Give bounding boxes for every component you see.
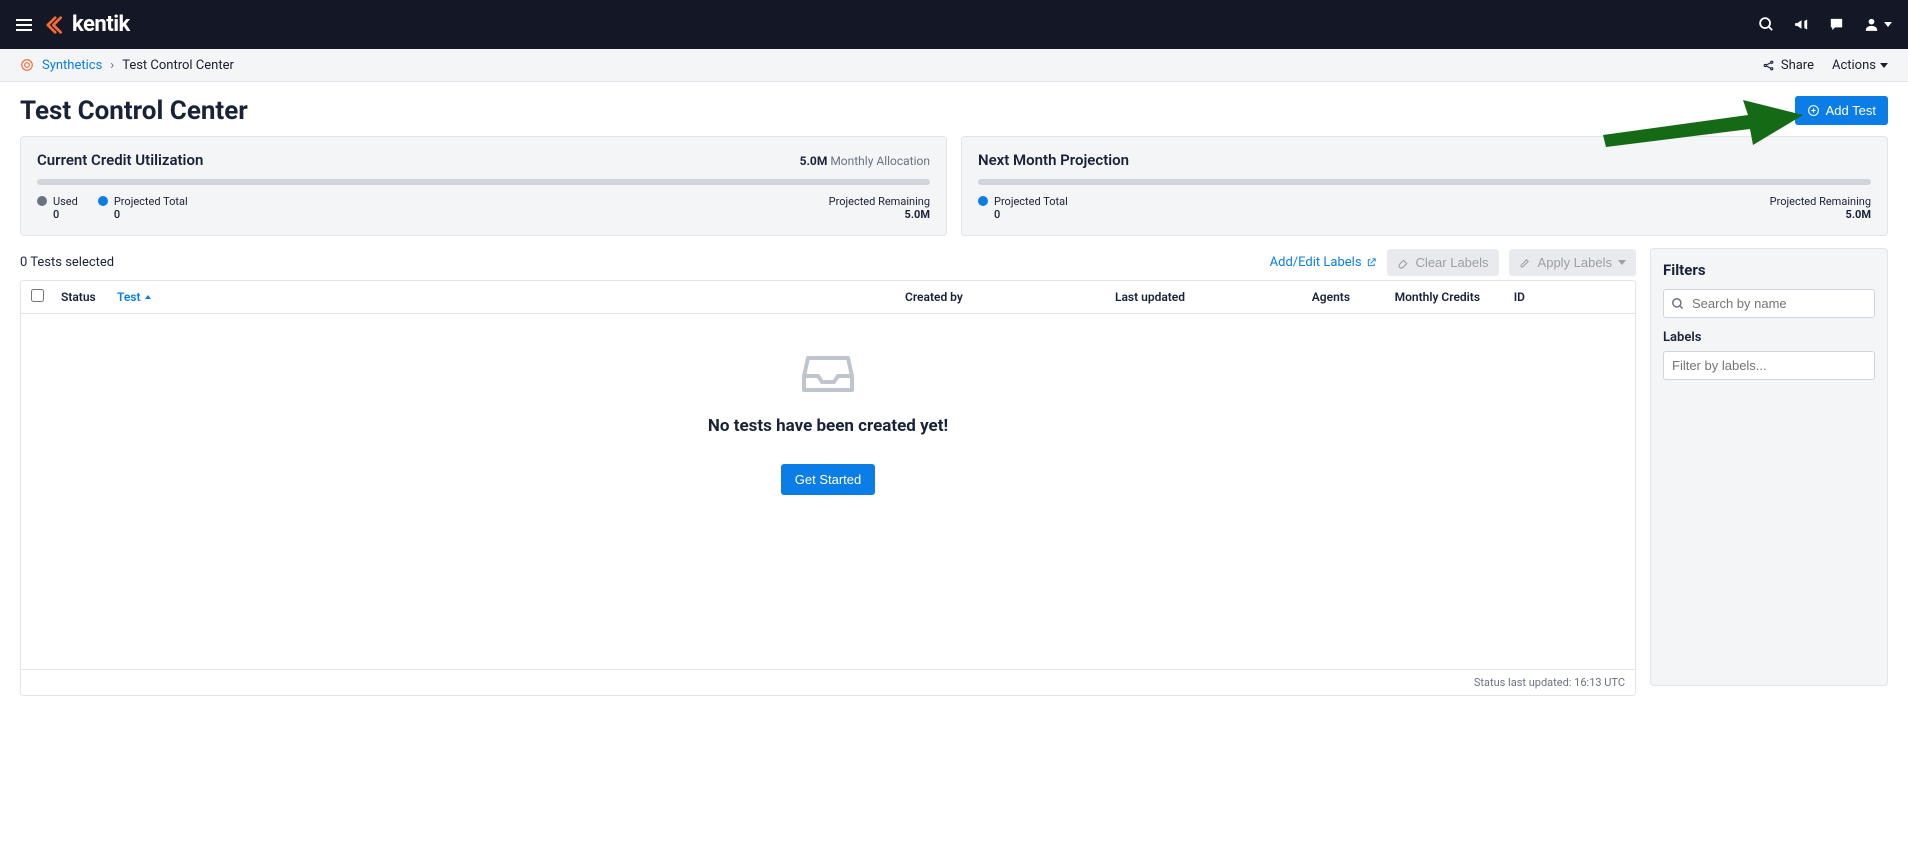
- col-test[interactable]: Test: [117, 290, 905, 304]
- external-link-icon: [1366, 257, 1377, 268]
- dot-grey-icon: [37, 196, 47, 206]
- add-test-button[interactable]: Add Test: [1795, 96, 1888, 125]
- col-last-updated[interactable]: Last updated: [1115, 290, 1265, 304]
- menu-icon[interactable]: [16, 19, 32, 31]
- projected-value: 0: [114, 208, 188, 221]
- next-month-card: Next Month Projection Projected Total 0 …: [961, 136, 1888, 236]
- alloc-value: 5.0M: [800, 154, 828, 168]
- get-started-button[interactable]: Get Started: [781, 464, 875, 495]
- actions-menu[interactable]: Actions: [1832, 58, 1888, 73]
- table-footer: Status last updated: 16:13 UTC: [21, 669, 1635, 695]
- search-icon: [1671, 297, 1685, 311]
- top-nav: kentik: [0, 0, 1908, 49]
- col-agents[interactable]: Agents: [1265, 290, 1350, 304]
- breadcrumb: Synthetics › Test Control Center: [20, 58, 234, 73]
- filters-panel: Filters Labels: [1650, 248, 1888, 686]
- table-header: Status Test Created by Last updated Agen…: [21, 281, 1635, 314]
- chat-icon[interactable]: [1828, 16, 1845, 33]
- brand-name: kentik: [72, 12, 130, 37]
- eraser-icon: [1397, 256, 1410, 269]
- actions-label: Actions: [1832, 58, 1876, 73]
- brand-logo[interactable]: kentik: [46, 12, 130, 37]
- col-test-label: Test: [117, 290, 141, 304]
- clear-labels-text: Clear Labels: [1416, 255, 1489, 270]
- card-title: Current Credit Utilization: [37, 151, 203, 169]
- pencil-icon: [1519, 256, 1532, 269]
- col-status[interactable]: Status: [61, 290, 117, 304]
- tests-selected-count: 0 Tests selected: [20, 255, 114, 270]
- inbox-icon: [802, 354, 854, 394]
- sort-asc-icon: [145, 295, 151, 299]
- used-value: 0: [53, 208, 78, 221]
- tests-table: Status Test Created by Last updated Agen…: [20, 280, 1636, 696]
- progress-bar: [978, 179, 1871, 185]
- remaining-value: 5.0M: [1770, 208, 1871, 221]
- col-id[interactable]: ID: [1480, 290, 1525, 304]
- projected-label: Projected Total: [114, 195, 188, 208]
- apply-labels-button[interactable]: Apply Labels: [1509, 249, 1636, 276]
- breadcrumb-current: Test Control Center: [122, 58, 234, 73]
- empty-state: No tests have been created yet! Get Star…: [21, 314, 1635, 669]
- breadcrumb-bar: Synthetics › Test Control Center Share A…: [0, 49, 1908, 82]
- col-monthly-credits[interactable]: Monthly Credits: [1350, 290, 1480, 304]
- empty-title: No tests have been created yet!: [41, 416, 1615, 436]
- col-created-by[interactable]: Created by: [905, 290, 1115, 304]
- add-edit-labels-link[interactable]: Add/Edit Labels: [1270, 255, 1377, 270]
- dot-blue-icon: [978, 196, 988, 206]
- current-credit-card: Current Credit Utilization 5.0M Monthly …: [20, 136, 947, 236]
- remaining-label: Projected Remaining: [1770, 195, 1871, 208]
- add-test-label: Add Test: [1826, 103, 1876, 118]
- labels-section-label: Labels: [1663, 330, 1875, 345]
- clear-labels-button[interactable]: Clear Labels: [1387, 249, 1499, 276]
- breadcrumb-icon: [20, 58, 34, 72]
- table-toolbar: 0 Tests selected Add/Edit Labels Clear L…: [20, 248, 1636, 276]
- alloc-label: Monthly Allocation: [830, 154, 930, 168]
- page-header: Test Control Center Add Test: [0, 82, 1908, 136]
- share-icon: [1762, 59, 1775, 72]
- user-menu[interactable]: [1863, 16, 1892, 33]
- main-row: 0 Tests selected Add/Edit Labels Clear L…: [0, 248, 1908, 716]
- breadcrumb-separator: ›: [110, 58, 114, 73]
- logo-mark-icon: [46, 14, 68, 36]
- dot-blue-icon: [98, 196, 108, 206]
- card-title: Next Month Projection: [978, 151, 1129, 169]
- projected-label: Projected Total: [994, 195, 1068, 208]
- add-edit-labels-text: Add/Edit Labels: [1270, 255, 1362, 270]
- megaphone-icon[interactable]: [1793, 16, 1810, 33]
- chevron-down-icon: [1618, 260, 1626, 265]
- user-icon: [1863, 16, 1880, 33]
- search-input[interactable]: [1663, 289, 1875, 318]
- projected-value: 0: [994, 208, 1068, 221]
- search-icon[interactable]: [1758, 16, 1775, 33]
- share-label: Share: [1781, 58, 1814, 73]
- share-button[interactable]: Share: [1762, 58, 1814, 73]
- select-all-checkbox[interactable]: [31, 289, 44, 302]
- stats-row: Current Credit Utilization 5.0M Monthly …: [0, 136, 1908, 248]
- chevron-down-icon: [1880, 63, 1888, 68]
- filters-title: Filters: [1663, 261, 1875, 279]
- used-label: Used: [53, 195, 78, 208]
- progress-bar: [37, 179, 930, 185]
- remaining-value: 5.0M: [829, 208, 930, 221]
- chevron-down-icon: [1884, 22, 1892, 27]
- remaining-label: Projected Remaining: [829, 195, 930, 208]
- apply-labels-text: Apply Labels: [1538, 255, 1612, 270]
- breadcrumb-root[interactable]: Synthetics: [42, 58, 102, 73]
- plus-circle-icon: [1807, 104, 1820, 117]
- labels-filter-input[interactable]: [1663, 351, 1875, 380]
- page-title: Test Control Center: [20, 96, 248, 126]
